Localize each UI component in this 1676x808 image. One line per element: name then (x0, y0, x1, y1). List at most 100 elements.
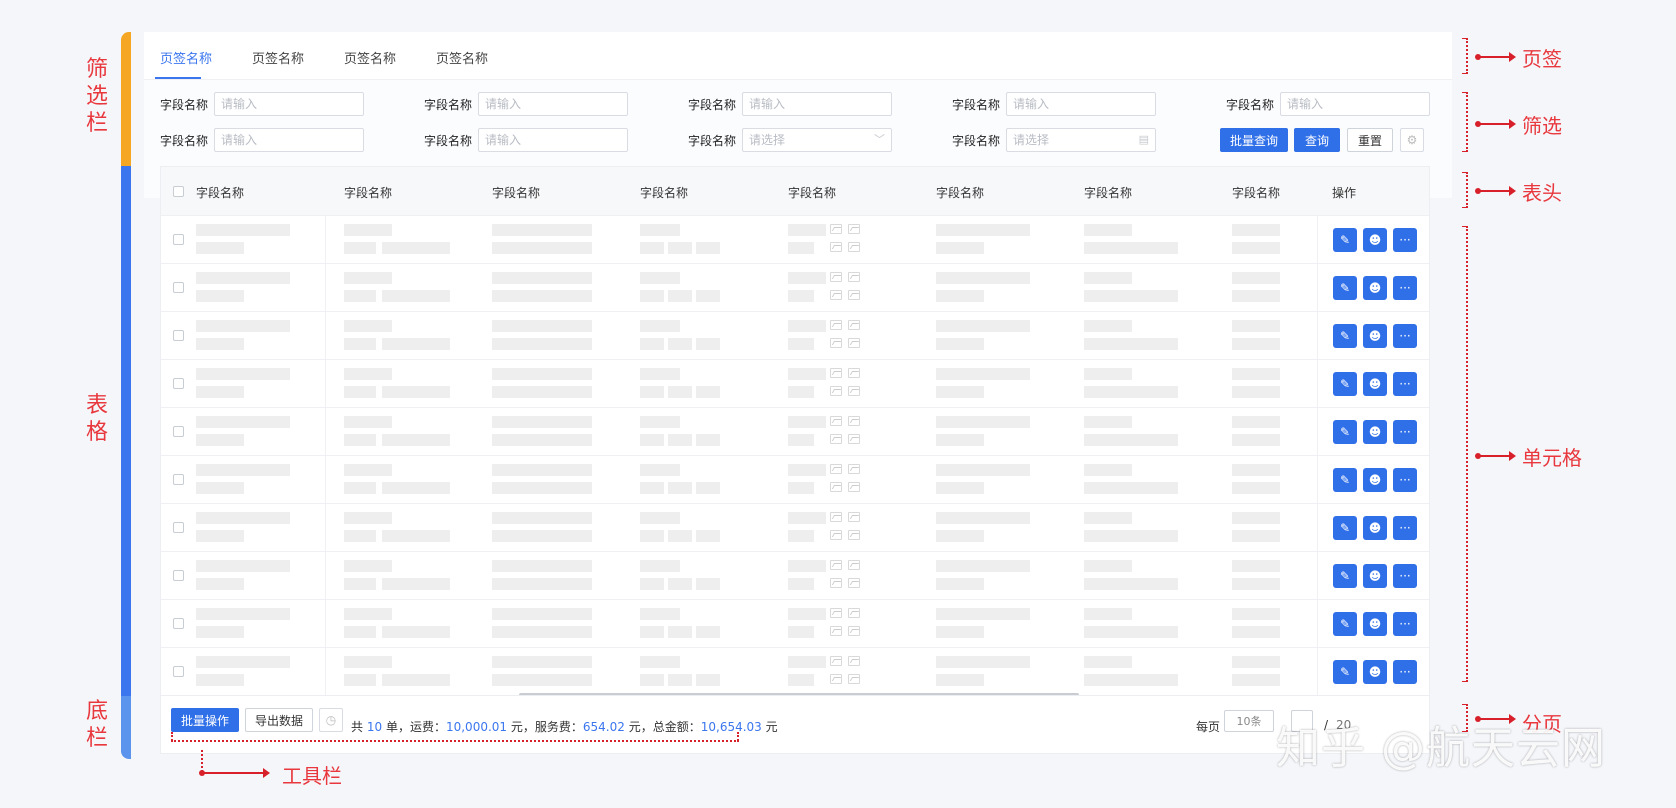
cell-placeholder (788, 434, 814, 446)
table-row[interactable]: ✎ ☻ ··· (161, 455, 1429, 503)
cell-placeholder (1084, 368, 1132, 380)
cell-placeholder (788, 530, 814, 542)
more-icon[interactable]: ··· (1393, 228, 1417, 252)
table-row[interactable]: ✎ ☻ ··· (161, 359, 1429, 407)
table-row[interactable]: ✎ ☻ ··· (161, 407, 1429, 455)
image-icon (830, 512, 842, 522)
row-checkbox[interactable] (173, 522, 184, 533)
user-icon[interactable]: ☻ (1363, 612, 1387, 636)
user-icon[interactable]: ☻ (1363, 420, 1387, 444)
cell-placeholder (196, 272, 290, 284)
more-icon[interactable]: ··· (1393, 516, 1417, 540)
cell-placeholder (344, 368, 392, 380)
more-icon[interactable]: ··· (1393, 612, 1417, 636)
text-input[interactable]: 请输入 (214, 128, 364, 152)
edit-icon[interactable]: ✎ (1333, 660, 1357, 684)
user-icon[interactable]: ☻ (1363, 276, 1387, 300)
toolbar-annotation-line (171, 732, 173, 741)
table-row[interactable]: ✎ ☻ ··· (161, 647, 1429, 695)
edit-icon[interactable]: ✎ (1333, 564, 1357, 588)
cell-placeholder (640, 560, 680, 572)
user-icon[interactable]: ☻ (1363, 372, 1387, 396)
table-row[interactable]: ✎ ☻ ··· (161, 551, 1429, 599)
date-picker[interactable]: 请选择 ▤ (1006, 128, 1156, 152)
row-checkbox[interactable] (173, 618, 184, 629)
tab-1[interactable]: 页签名称 (160, 48, 212, 67)
history-icon[interactable]: ◷ (319, 708, 343, 732)
export-data-button[interactable]: 导出数据 (245, 708, 313, 732)
row-checkbox[interactable] (173, 330, 184, 341)
cell-placeholder (196, 626, 244, 638)
footer-toolbar: 批量操作 导出数据 ◷ 共 10 单，运费：10,000.01 元，服务费：65… (160, 696, 1430, 754)
user-icon[interactable]: ☻ (1363, 468, 1387, 492)
row-checkbox[interactable] (173, 666, 184, 677)
tab-3[interactable]: 页签名称 (344, 48, 396, 67)
page-size-select[interactable]: 10条 (1224, 710, 1274, 732)
cell-placeholder (788, 242, 814, 254)
text-input[interactable]: 请输入 (1006, 92, 1156, 116)
cell-placeholder (492, 416, 592, 428)
cell-placeholder (788, 578, 814, 590)
row-checkbox[interactable] (173, 282, 184, 293)
settings-icon[interactable]: ⚙ (1400, 128, 1424, 152)
user-icon[interactable]: ☻ (1363, 228, 1387, 252)
column-header[interactable]: 字段名称 (1084, 184, 1132, 201)
row-checkbox[interactable] (173, 426, 184, 437)
more-icon[interactable]: ··· (1393, 372, 1417, 396)
table-row[interactable]: ✎ ☻ ··· (161, 215, 1429, 263)
row-checkbox[interactable] (173, 474, 184, 485)
row-checkbox[interactable] (173, 570, 184, 581)
edit-icon[interactable]: ✎ (1333, 324, 1357, 348)
cell-placeholder (1084, 464, 1132, 476)
column-header[interactable]: 字段名称 (788, 184, 836, 201)
table-row[interactable]: ✎ ☻ ··· (161, 599, 1429, 647)
edit-icon[interactable]: ✎ (1333, 612, 1357, 636)
user-icon[interactable]: ☻ (1363, 324, 1387, 348)
reset-button[interactable]: 重置 (1347, 128, 1393, 152)
more-icon[interactable]: ··· (1393, 468, 1417, 492)
tab-4[interactable]: 页签名称 (436, 48, 488, 67)
row-checkbox[interactable] (173, 378, 184, 389)
table-row[interactable]: ✎ ☻ ··· (161, 503, 1429, 551)
column-header[interactable]: 字段名称 (936, 184, 984, 201)
user-icon[interactable]: ☻ (1363, 516, 1387, 540)
cell-placeholder (936, 416, 1030, 428)
batch-query-button[interactable]: 批量查询 (1220, 128, 1288, 152)
text-input[interactable]: 请输入 (214, 92, 364, 116)
tab-2[interactable]: 页签名称 (252, 48, 304, 67)
text-input[interactable]: 请输入 (478, 128, 628, 152)
table-row[interactable]: ✎ ☻ ··· (161, 311, 1429, 359)
edit-icon[interactable]: ✎ (1333, 516, 1357, 540)
more-icon[interactable]: ··· (1393, 564, 1417, 588)
column-header[interactable]: 字段名称 (492, 184, 540, 201)
more-icon[interactable]: ··· (1393, 324, 1417, 348)
query-button[interactable]: 查询 (1294, 128, 1340, 152)
column-header[interactable]: 字段名称 (1232, 184, 1280, 201)
more-icon[interactable]: ··· (1393, 660, 1417, 684)
table-row[interactable]: ✎ ☻ ··· (161, 263, 1429, 311)
select-all-checkbox[interactable] (173, 186, 184, 197)
edit-icon[interactable]: ✎ (1333, 372, 1357, 396)
user-icon[interactable]: ☻ (1363, 660, 1387, 684)
column-header[interactable]: 字段名称 (344, 184, 392, 201)
cell-placeholder (1232, 656, 1280, 668)
batch-action-button[interactable]: 批量操作 (171, 708, 239, 732)
cell-placeholder (668, 386, 692, 398)
select-dropdown[interactable]: 请选择 ﹀ (742, 128, 892, 152)
cell-placeholder (936, 224, 1030, 236)
text-input[interactable]: 请输入 (478, 92, 628, 116)
edit-icon[interactable]: ✎ (1333, 276, 1357, 300)
column-header[interactable]: 字段名称 (196, 184, 244, 201)
edit-icon[interactable]: ✎ (1333, 468, 1357, 492)
more-icon[interactable]: ··· (1393, 420, 1417, 444)
edit-icon[interactable]: ✎ (1333, 228, 1357, 252)
cell-placeholder (1232, 530, 1280, 542)
text-input[interactable]: 请输入 (1280, 92, 1430, 116)
cell-placeholder (492, 512, 592, 524)
text-input[interactable]: 请输入 (742, 92, 892, 116)
column-header[interactable]: 字段名称 (640, 184, 688, 201)
user-icon[interactable]: ☻ (1363, 564, 1387, 588)
edit-icon[interactable]: ✎ (1333, 420, 1357, 444)
more-icon[interactable]: ··· (1393, 276, 1417, 300)
row-checkbox[interactable] (173, 234, 184, 245)
